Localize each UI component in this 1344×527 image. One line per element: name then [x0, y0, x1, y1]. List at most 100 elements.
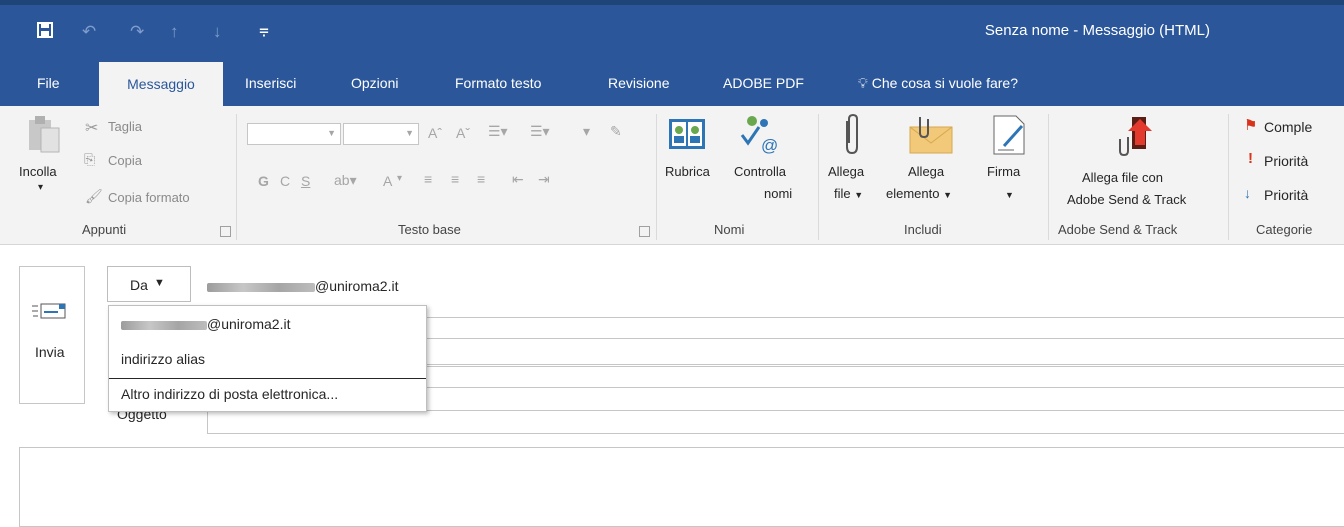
- adobe-send-track-icon: [1114, 113, 1158, 157]
- address-book-button[interactable]: Rubrica: [665, 164, 710, 179]
- underline-button[interactable]: S: [301, 173, 310, 189]
- low-priority-button[interactable]: Priorità: [1264, 187, 1308, 203]
- paperclip-icon: [841, 113, 861, 157]
- tab-formato-testo[interactable]: Formato testo: [455, 75, 541, 91]
- message-body[interactable]: [19, 447, 1344, 527]
- copy-icon: ⎘: [84, 151, 96, 167]
- arrow-down-icon[interactable]: ↓: [213, 22, 222, 42]
- check-names-button[interactable]: Controlla: [734, 164, 786, 179]
- address-book-icon: [667, 115, 707, 155]
- separator: [236, 114, 237, 240]
- followup-flag-icon: ⚑: [1244, 117, 1258, 134]
- basic-text-group-label: Testo base: [398, 222, 461, 237]
- chevron-down-icon: ▼: [943, 190, 953, 200]
- format-painter-icon: 🖌︎: [85, 188, 103, 204]
- chevron-down-icon: ▼: [154, 277, 165, 289]
- chevron-down-icon: ▼: [327, 128, 336, 138]
- copy-button[interactable]: Copia: [108, 153, 142, 168]
- attach-item-button-line2[interactable]: elemento ▼: [886, 186, 952, 201]
- separator: [1048, 114, 1049, 240]
- tell-me-box[interactable]: 💡︎ Che cosa si vuole fare?: [858, 75, 1018, 92]
- shrink-font-icon[interactable]: Aˇ: [456, 125, 470, 141]
- check-names-button-line2[interactable]: nomi: [764, 186, 792, 201]
- multilevel-icon[interactable]: ▾: [583, 123, 590, 140]
- window-title: Senza nome - Messaggio (HTML): [984, 22, 1210, 39]
- menu-item-primary-address-label: @uniroma2.it: [207, 316, 291, 332]
- chevron-down-icon[interactable]: ▼: [1005, 190, 1014, 200]
- italic-button[interactable]: C: [280, 173, 290, 189]
- basic-text-launcher-icon[interactable]: [639, 226, 650, 237]
- menu-item-other-address[interactable]: Altro indirizzo di posta elettronica...: [121, 386, 338, 402]
- highlight-icon[interactable]: ab▾: [334, 172, 357, 189]
- attach-file-button-line2[interactable]: file ▼: [834, 186, 863, 201]
- include-group-label: Includi: [904, 222, 942, 237]
- high-priority-button[interactable]: Priorità: [1264, 153, 1308, 169]
- redo-icon[interactable]: ↷: [130, 22, 144, 42]
- decrease-indent-icon[interactable]: ⇤: [512, 171, 524, 188]
- chevron-down-icon: ▼: [405, 128, 414, 138]
- names-group-label: Nomi: [714, 222, 745, 237]
- attach-item-icon: [906, 113, 956, 157]
- chevron-down-icon[interactable]: ▾: [397, 173, 402, 184]
- subject-field[interactable]: [207, 410, 1344, 434]
- chevron-down-icon: ▼: [854, 190, 864, 200]
- align-left-icon[interactable]: ≡: [424, 171, 432, 187]
- increase-indent-icon[interactable]: ⇥: [538, 171, 550, 188]
- separator: [1228, 114, 1229, 240]
- tags-group-label: Categorie: [1256, 222, 1313, 237]
- from-address-domain: @uniroma2.it: [315, 278, 399, 294]
- paste-button[interactable]: Incolla: [19, 164, 57, 179]
- send-label: Invia: [35, 344, 65, 360]
- bold-button[interactable]: G: [258, 173, 269, 189]
- signature-button[interactable]: Firma: [987, 164, 1020, 179]
- tell-me-label: Che cosa si vuole fare?: [871, 75, 1019, 91]
- paste-dropdown-icon[interactable]: ▾: [38, 182, 43, 193]
- font-color-button[interactable]: A: [383, 173, 392, 189]
- send-icon: [30, 301, 70, 321]
- separator: [656, 114, 657, 240]
- adobe-group-label: Adobe Send & Track: [1058, 222, 1178, 237]
- align-center-icon[interactable]: ≡: [451, 171, 459, 187]
- redacted-username: [207, 282, 315, 292]
- signature-icon: [988, 112, 1032, 156]
- tab-revisione[interactable]: Revisione: [608, 75, 669, 91]
- attach-file-button[interactable]: Allega: [828, 164, 864, 179]
- redacted-username: [121, 320, 207, 330]
- paste-icon[interactable]: [27, 114, 61, 156]
- customize-quick-access-icon[interactable]: ⩦: [259, 20, 269, 40]
- bullets-icon[interactable]: ☰▾: [488, 123, 508, 140]
- tab-file[interactable]: File: [37, 75, 60, 91]
- tab-inserisci[interactable]: Inserisci: [245, 75, 296, 91]
- followup-button[interactable]: Comple: [1264, 119, 1312, 135]
- tab-adobe-pdf[interactable]: ADOBE PDF: [723, 75, 804, 91]
- cut-button[interactable]: Taglia: [108, 119, 142, 134]
- menu-item-primary-address[interactable]: @uniroma2.it: [121, 316, 290, 332]
- tab-messaggio[interactable]: Messaggio: [99, 62, 223, 106]
- arrow-up-icon[interactable]: ↑: [170, 22, 179, 42]
- from-address: @uniroma2.it: [207, 278, 398, 294]
- clear-formatting-icon[interactable]: ✎: [610, 123, 622, 140]
- font-size-combo[interactable]: ▼: [343, 123, 419, 145]
- attach-item-button[interactable]: Allega: [908, 164, 944, 179]
- send-button[interactable]: Invia: [19, 266, 85, 404]
- grow-font-icon[interactable]: Aˆ: [428, 125, 442, 141]
- format-painter-button[interactable]: Copia formato: [108, 190, 190, 205]
- high-priority-icon: !: [1248, 150, 1253, 167]
- font-name-combo[interactable]: ▼: [247, 123, 341, 145]
- check-names-icon: @: [739, 113, 783, 157]
- adobe-send-track-button[interactable]: Allega file con: [1082, 170, 1163, 185]
- from-button[interactable]: Da ▼: [107, 266, 191, 302]
- lightbulb-icon: 💡︎: [858, 75, 868, 91]
- align-right-icon[interactable]: ≡: [477, 171, 485, 187]
- cut-icon: ✂: [85, 120, 99, 137]
- clipboard-group-label: Appunti: [82, 222, 127, 237]
- clipboard-launcher-icon[interactable]: [220, 226, 231, 237]
- numbering-icon[interactable]: ☰▾: [530, 123, 550, 140]
- menu-item-alias[interactable]: indirizzo alias: [121, 351, 205, 367]
- separator: [818, 114, 819, 240]
- save-icon[interactable]: [37, 22, 53, 38]
- low-priority-icon: ↓: [1244, 185, 1251, 201]
- adobe-send-track-button-line2[interactable]: Adobe Send & Track: [1067, 192, 1186, 207]
- undo-icon[interactable]: ↶: [82, 22, 96, 42]
- tab-opzioni[interactable]: Opzioni: [351, 75, 398, 91]
